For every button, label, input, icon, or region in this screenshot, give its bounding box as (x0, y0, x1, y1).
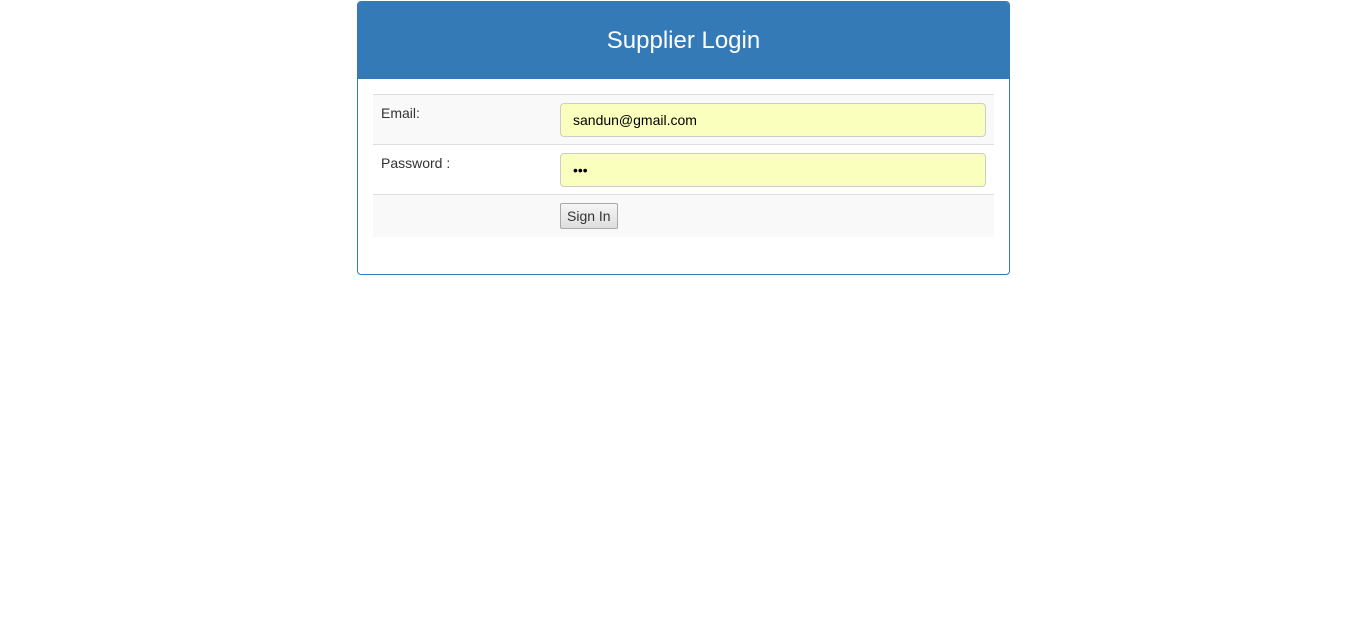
page-title: Supplier Login (606, 26, 761, 54)
login-panel: Supplier Login Email: Password : Sign In (357, 1, 1010, 275)
sign-in-button[interactable]: Sign In (560, 203, 618, 229)
email-label: Email: (381, 105, 420, 121)
panel-heading: Supplier Login (358, 2, 1009, 79)
password-label: Password : (381, 155, 451, 171)
email-row: Email: (373, 95, 994, 145)
password-row: Password : (373, 145, 994, 195)
login-form: Email: Password : Sign In (373, 94, 994, 237)
email-input[interactable] (560, 103, 986, 137)
submit-row: Sign In (373, 195, 994, 237)
password-input[interactable] (560, 153, 986, 187)
